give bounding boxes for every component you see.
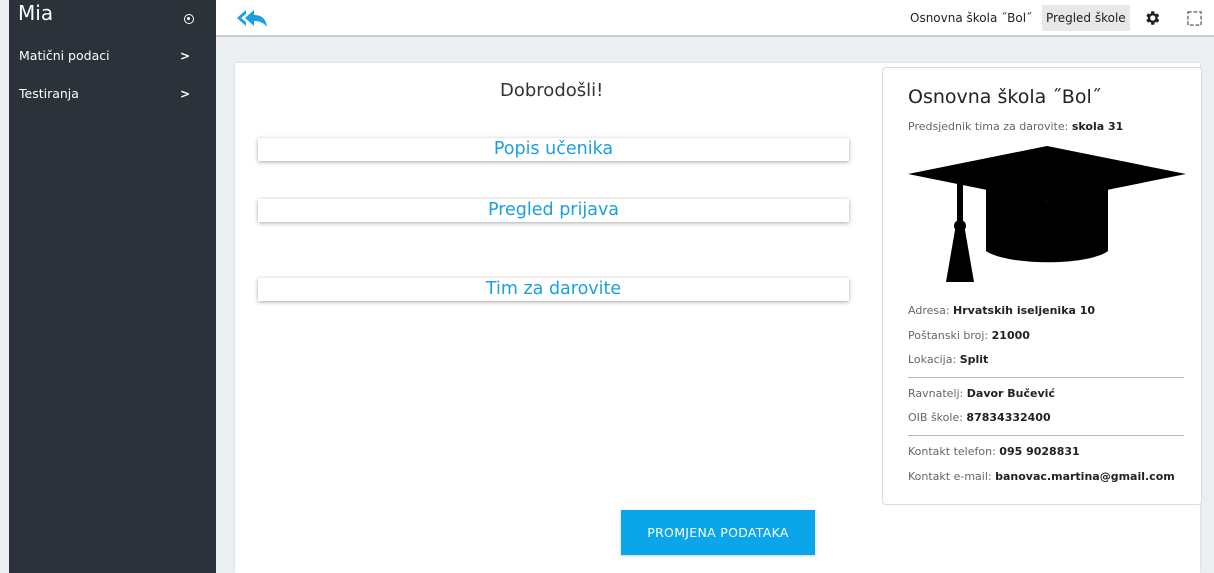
applications-overview-link[interactable]: Pregled prijava: [258, 199, 849, 222]
reply-all-icon[interactable]: [236, 8, 268, 28]
team-president: Predsjednik tima za darovite: skola 31: [908, 120, 1123, 133]
topbar-school-name[interactable]: Osnovna škola ˝Bol˝: [910, 11, 1032, 25]
top-bar: Osnovna škola ˝Bol˝ Pregled škole: [216, 0, 1214, 37]
welcome-heading: Dobrodošli!: [500, 80, 604, 101]
principal-row: Ravnatelj: Davor Bučević: [908, 387, 1055, 400]
topbar-school-overview[interactable]: Pregled škole: [1042, 5, 1130, 31]
oib-row: OIB škole: 87834332400: [908, 411, 1051, 424]
school-title: Osnovna škola ˝Bol˝: [908, 86, 1102, 108]
phone-value: 095 9028831: [999, 445, 1080, 458]
oib-value: 87834332400: [966, 411, 1051, 424]
graduation-cap-icon: [908, 146, 1186, 282]
address-label: Adresa:: [908, 304, 950, 317]
change-data-button[interactable]: PROMJENA PODATAKA: [621, 510, 815, 555]
email-value: banovac.martina@gmail.com: [995, 470, 1175, 483]
sidebar-item-label: Matični podaci: [19, 48, 110, 63]
team-president-label: Predsjednik tima za darovite:: [908, 120, 1069, 133]
phone-row: Kontakt telefon: 095 9028831: [908, 445, 1080, 458]
principal-value: Davor Bučević: [966, 387, 1055, 400]
postal-row: Poštanski broj: 21000: [908, 329, 1030, 342]
team-president-value: skola 31: [1071, 120, 1124, 133]
location-value: Split: [959, 353, 989, 366]
location-label: Lokacija:: [908, 353, 957, 366]
sidebar-item-maticni-podaci[interactable]: Matični podaci >: [9, 44, 216, 68]
sidebar-item-testiranja[interactable]: Testiranja >: [9, 82, 216, 106]
divider: [908, 377, 1184, 378]
app-brand[interactable]: Mia: [18, 0, 53, 36]
phone-label: Kontakt telefon:: [908, 445, 996, 458]
address-value: Hrvatskih iseljenika 10: [953, 304, 1096, 317]
sidebar: Mia Matični podaci > Testiranja >: [9, 0, 216, 573]
oib-label: OIB škole:: [908, 411, 963, 424]
gifted-team-link[interactable]: Tim za darovite: [258, 278, 849, 301]
fullscreen-icon[interactable]: [1187, 11, 1202, 26]
email-row: Kontakt e-mail: banovac.martina@gmail.co…: [908, 470, 1175, 483]
chevron-right-icon: >: [179, 87, 190, 101]
address-row: Adresa: Hrvatskih iseljenika 10: [908, 304, 1095, 317]
school-info-card: Osnovna škola ˝Bol˝ Predsjednik tima za …: [882, 67, 1202, 505]
email-label: Kontakt e-mail:: [908, 470, 992, 483]
location-row: Lokacija: Split: [908, 353, 988, 366]
gear-icon[interactable]: [1143, 9, 1161, 27]
postal-value: 21000: [991, 329, 1030, 342]
student-list-link[interactable]: Popis učenika: [258, 138, 849, 161]
postal-label: Poštanski broj:: [908, 329, 989, 342]
principal-label: Ravnatelj:: [908, 387, 964, 400]
chevron-right-icon: >: [179, 49, 190, 63]
divider: [908, 435, 1184, 436]
sidebar-item-label: Testiranja: [19, 86, 79, 101]
sidebar-toggle-radio-icon[interactable]: [184, 14, 194, 24]
